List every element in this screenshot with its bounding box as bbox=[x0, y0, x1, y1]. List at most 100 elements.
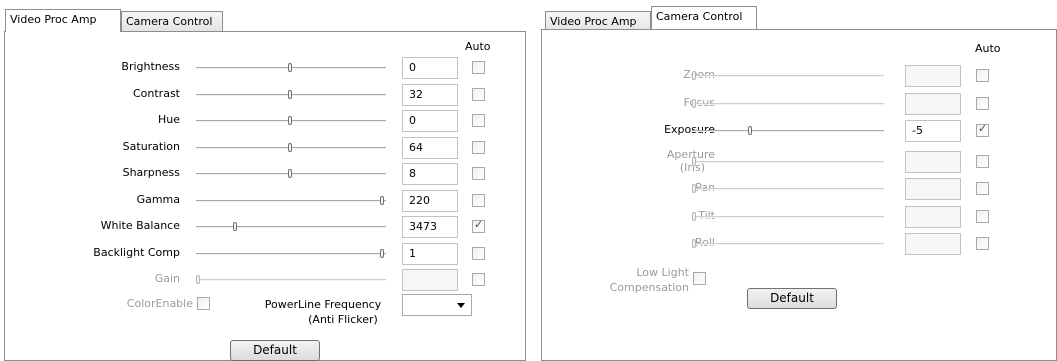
default-button[interactable]: Default bbox=[747, 288, 837, 309]
roll-value-field bbox=[905, 233, 961, 255]
brightness-slider-thumb[interactable] bbox=[288, 63, 292, 72]
auto-column-header: Auto bbox=[465, 40, 491, 53]
backlight-comp-slider-thumb[interactable] bbox=[380, 248, 384, 258]
saturation-label: Saturation bbox=[20, 140, 180, 153]
auto-column-header: Auto bbox=[975, 42, 1001, 55]
brightness-value-field[interactable]: 0 bbox=[402, 57, 458, 79]
exposure-slider-thumb[interactable] bbox=[748, 126, 752, 135]
roll-slider bbox=[692, 239, 884, 248]
saturation-auto-checkbox[interactable] bbox=[472, 140, 485, 154]
saturation-value-field[interactable]: 64 bbox=[402, 136, 458, 159]
default-button[interactable]: Default bbox=[230, 340, 320, 361]
low-light-line2: Compensation bbox=[609, 281, 689, 294]
gamma-label: Gamma bbox=[20, 193, 180, 206]
saturation-slider[interactable] bbox=[196, 142, 386, 152]
zoom-auto-checkbox bbox=[976, 69, 989, 82]
sharpness-auto-checkbox[interactable] bbox=[472, 167, 485, 180]
hue-auto-checkbox[interactable] bbox=[472, 114, 485, 127]
tab-video-proc-amp[interactable]: Video Proc Amp bbox=[5, 9, 121, 32]
sharpness-slider-thumb[interactable] bbox=[288, 169, 292, 178]
color-enable-checkbox[interactable] bbox=[197, 297, 210, 310]
white-balance-value-field[interactable]: 3473 bbox=[402, 216, 458, 238]
tab-camera-control[interactable]: Camera Control bbox=[651, 6, 757, 29]
low-light-compensation-checkbox[interactable] bbox=[693, 272, 706, 285]
gain-slider bbox=[196, 275, 386, 284]
tilt-auto-checkbox bbox=[976, 209, 989, 223]
sharpness-value-field[interactable]: 8 bbox=[402, 163, 458, 185]
brightness-slider[interactable] bbox=[196, 63, 386, 72]
white-balance-auto-checkbox[interactable] bbox=[472, 218, 485, 233]
powerline-frequency-line2: (Anti Flicker) bbox=[308, 313, 378, 326]
backlight-comp-value-field[interactable]: 1 bbox=[402, 242, 458, 265]
pan-slider bbox=[692, 184, 884, 193]
color-enable-label: ColorEnable bbox=[126, 297, 193, 310]
white-balance-label: White Balance bbox=[20, 219, 180, 232]
gain-label-text: Gain bbox=[154, 272, 180, 285]
low-light-compensation-label: Low Light Compensation bbox=[597, 265, 689, 295]
hue-label-text: Hue bbox=[157, 113, 180, 126]
contrast-slider-thumb[interactable] bbox=[288, 89, 292, 99]
contrast-value-field[interactable]: 32 bbox=[402, 83, 458, 106]
sharpness-label-text: Sharpness bbox=[122, 166, 180, 179]
tilt-slider bbox=[692, 211, 884, 221]
aperture-slider-thumb bbox=[692, 156, 696, 166]
gain-slider-thumb bbox=[196, 275, 200, 284]
focus-auto-checkbox bbox=[976, 96, 989, 110]
contrast-label-text: Contrast bbox=[132, 86, 180, 100]
zoom-slider-thumb bbox=[692, 71, 696, 80]
focus-slider bbox=[692, 98, 884, 108]
pan-slider-thumb bbox=[692, 184, 696, 193]
saturation-slider-thumb[interactable] bbox=[288, 142, 292, 152]
white-balance-slider[interactable] bbox=[196, 222, 386, 231]
sharpness-slider[interactable] bbox=[196, 169, 386, 178]
exposure-slider[interactable] bbox=[692, 126, 884, 135]
hue-slider[interactable] bbox=[196, 116, 386, 125]
saturation-label-text: Saturation bbox=[122, 139, 180, 153]
backlight-comp-label: Backlight Comp bbox=[20, 246, 180, 259]
gamma-label-text: Gamma bbox=[136, 192, 180, 206]
exposure-value-field[interactable]: -5 bbox=[905, 120, 961, 142]
roll-auto-checkbox bbox=[976, 237, 989, 250]
gamma-auto-checkbox[interactable] bbox=[472, 193, 485, 207]
gamma-value-field[interactable]: 220 bbox=[402, 189, 458, 212]
hue-value-field[interactable]: 0 bbox=[402, 110, 458, 132]
brightness-label: Brightness bbox=[20, 60, 180, 73]
powerline-frequency-label: PowerLine Frequency (Anti Flicker) bbox=[248, 297, 398, 327]
aperture-value-field bbox=[905, 150, 961, 173]
pan-auto-checkbox bbox=[976, 182, 989, 195]
focus-value-field bbox=[905, 92, 961, 115]
backlight-comp-label-text: Backlight Comp bbox=[93, 245, 180, 259]
contrast-auto-checkbox[interactable] bbox=[472, 87, 485, 101]
aperture-slider bbox=[692, 156, 884, 166]
zoom-value-field bbox=[905, 65, 961, 87]
hue-label: Hue bbox=[20, 113, 180, 126]
gamma-slider-thumb[interactable] bbox=[380, 195, 384, 205]
focus-slider-thumb bbox=[692, 98, 696, 108]
backlight-comp-auto-checkbox[interactable] bbox=[472, 246, 485, 260]
brightness-label-text: Brightness bbox=[121, 60, 180, 73]
backlight-comp-slider[interactable] bbox=[196, 248, 386, 258]
powerline-frequency-line1: PowerLine Frequency bbox=[264, 298, 382, 311]
contrast-slider[interactable] bbox=[196, 89, 386, 99]
gain-auto-checkbox bbox=[472, 273, 485, 286]
sharpness-label: Sharpness bbox=[20, 166, 180, 179]
roll-slider-thumb bbox=[692, 239, 696, 248]
zoom-slider bbox=[692, 71, 884, 80]
video-proc-amp-panel: Video Proc Amp Camera Control Auto Brigh… bbox=[0, 0, 526, 361]
white-balance-label-text: White Balance bbox=[100, 219, 180, 232]
gain-label: Gain bbox=[20, 272, 180, 285]
powerline-frequency-select[interactable] bbox=[402, 294, 472, 316]
tilt-value-field bbox=[905, 205, 961, 228]
tab-camera-control[interactable]: Camera Control bbox=[121, 11, 223, 32]
tilt-slider-thumb bbox=[692, 211, 696, 221]
pan-value-field bbox=[905, 178, 961, 200]
hue-slider-thumb[interactable] bbox=[288, 116, 292, 125]
brightness-auto-checkbox[interactable] bbox=[472, 61, 485, 74]
white-balance-slider-thumb[interactable] bbox=[233, 222, 237, 231]
low-light-line1: Low Light bbox=[636, 266, 689, 279]
gain-value-field bbox=[402, 269, 458, 291]
camera-control-panel: Video Proc Amp Camera Control Auto ZoomF… bbox=[537, 0, 1057, 361]
gamma-slider[interactable] bbox=[196, 195, 386, 205]
exposure-auto-checkbox[interactable] bbox=[976, 122, 989, 137]
contrast-label: Contrast bbox=[20, 87, 180, 100]
